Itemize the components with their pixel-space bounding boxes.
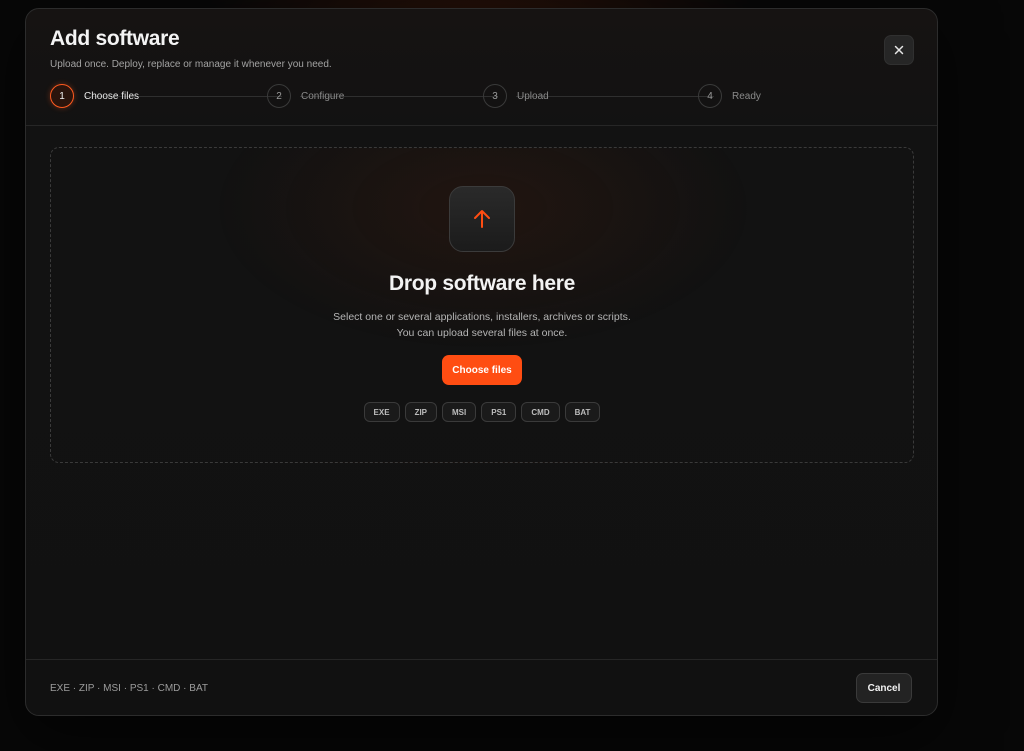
choose-files-button[interactable]: Choose files — [442, 355, 522, 385]
step-configure: 2 Configure — [267, 83, 344, 109]
dialog-header: Add software Upload once. Deploy, replac… — [26, 9, 937, 126]
format-chip-zip: ZIP — [404, 402, 438, 422]
dropzone-description: Select one or several applications, inst… — [51, 309, 913, 341]
step-number: 3 — [483, 84, 507, 108]
step-choose-files: 1 Choose files — [50, 83, 139, 109]
format-chip-bat: BAT — [564, 402, 601, 422]
close-icon — [894, 45, 904, 55]
step-ready: 4 Ready — [698, 83, 761, 109]
step-label: Ready — [732, 90, 761, 102]
arrow-up-icon — [474, 210, 490, 228]
dropzone-title: Drop software here — [389, 272, 575, 295]
dropzone-description-line: You can upload several files at once. — [396, 327, 568, 339]
stepper: 1 Choose files 2 Configure 3 Upload 4 Re… — [50, 83, 770, 109]
step-number: 2 — [267, 84, 291, 108]
step-label: Choose files — [84, 90, 140, 102]
format-chip-exe: EXE — [363, 402, 400, 422]
cancel-button[interactable]: Cancel — [856, 673, 912, 703]
dropzone-description-line: Select one or several applications, inst… — [333, 311, 631, 323]
step-upload: 3 Upload — [483, 83, 549, 109]
dialog-title: Add software — [50, 27, 180, 50]
add-software-dialog: Add software Upload once. Deploy, replac… — [25, 8, 938, 716]
step-label: Upload — [517, 90, 549, 102]
format-chip-ps1: PS1 — [481, 402, 517, 422]
step-number: 4 — [698, 84, 722, 108]
format-chip-cmd: CMD — [521, 402, 560, 422]
upload-tile — [449, 186, 515, 252]
format-chips: EXE ZIP MSI PS1 CMD BAT — [51, 402, 913, 422]
dialog-footer: EXE · ZIP · MSI · PS1 · CMD · BAT Cancel — [26, 659, 937, 715]
step-number: 1 — [50, 84, 74, 108]
close-button[interactable] — [884, 35, 914, 65]
dialog-subtitle: Upload once. Deploy, replace or manage i… — [50, 59, 332, 70]
file-dropzone[interactable]: Drop software here Select one or several… — [50, 147, 914, 463]
supported-formats-text: EXE · ZIP · MSI · PS1 · CMD · BAT — [50, 683, 208, 694]
format-chip-msi: MSI — [442, 402, 477, 422]
step-label: Configure — [301, 90, 345, 102]
